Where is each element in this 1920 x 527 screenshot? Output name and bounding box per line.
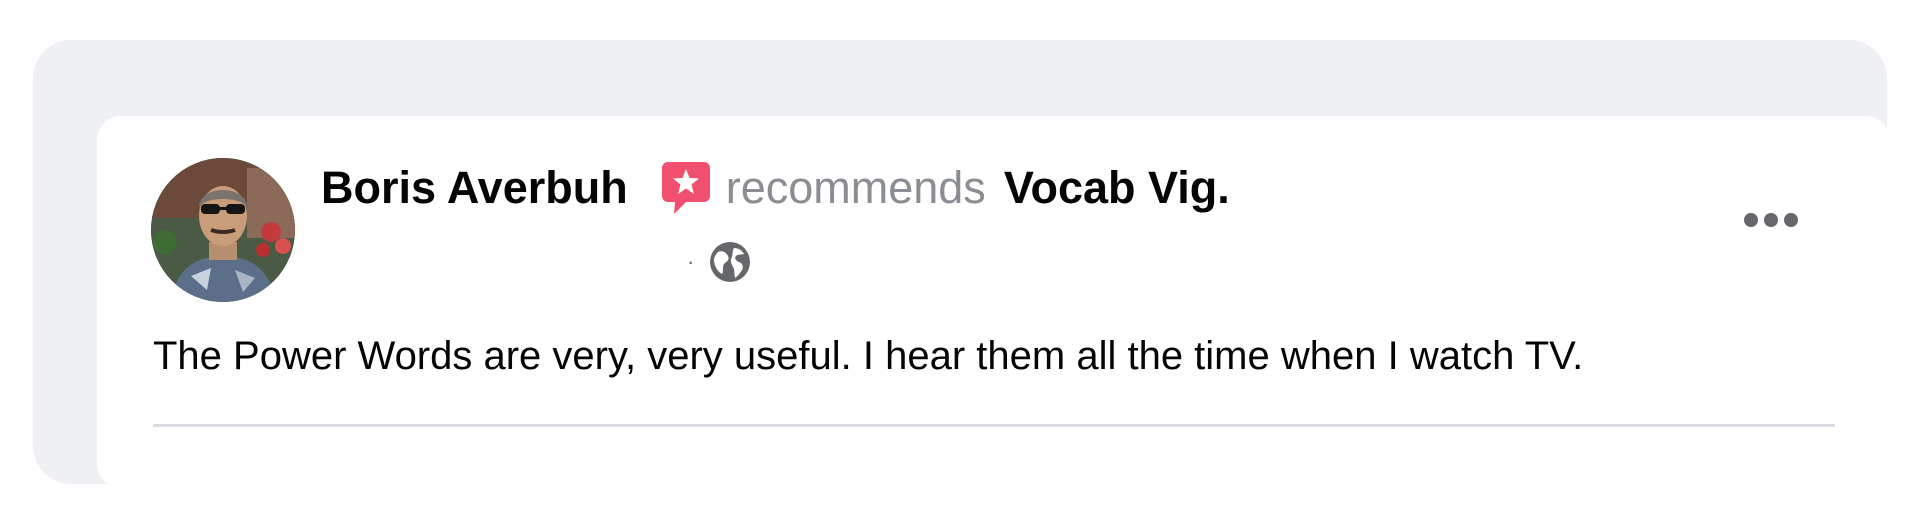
recommends-verb: recommends (725, 162, 986, 213)
post-card: Boris Averbuh recommends Vocab Vig. · Th… (97, 116, 1890, 488)
avatar-photo (151, 158, 295, 302)
post-frame: Boris Averbuh recommends Vocab Vig. · Th… (33, 40, 1890, 488)
post-body-text: The Power Words are very, very useful. I… (153, 334, 1584, 378)
more-options-button[interactable] (1739, 204, 1803, 236)
meta-separator: · (687, 249, 695, 274)
page-name-link[interactable]: Vocab Vig. (1004, 162, 1230, 214)
avatar[interactable] (151, 158, 295, 302)
more-options-icon (1744, 213, 1798, 227)
globe-icon[interactable] (708, 240, 752, 284)
post-meta: · (687, 240, 752, 284)
recommend-star-icon (660, 160, 712, 216)
author-name[interactable]: Boris Averbuh (321, 162, 628, 214)
post-divider (153, 424, 1835, 427)
post-headline: Boris Averbuh recommends Vocab Vig. (321, 156, 1230, 220)
